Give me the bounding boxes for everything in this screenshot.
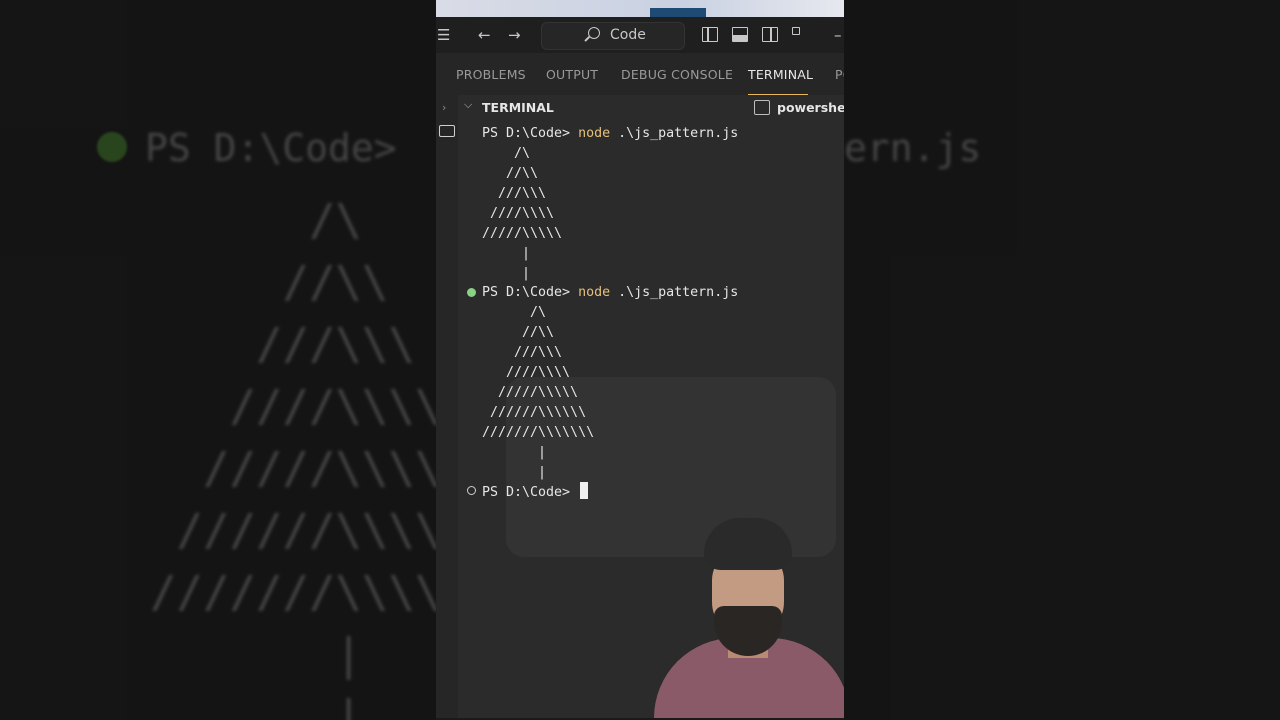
output-line: | (482, 465, 547, 480)
command-argument: .\js_pattern.js (618, 126, 739, 141)
chevron-down-icon[interactable]: ⌵ (464, 98, 472, 112)
terminal-command-line: PS D:\Code> node .\js_pattern.js (482, 284, 738, 302)
customize-layout-icon[interactable] (792, 27, 800, 35)
tab-problems[interactable]: PROBLEMS (456, 67, 526, 82)
command-keyword: node (578, 126, 611, 141)
output-line: //\\ (482, 166, 539, 181)
terminal-input-line[interactable]: PS D:\Code> (482, 482, 589, 502)
toggle-panel-icon[interactable] (732, 27, 748, 42)
search-label: Code (610, 27, 646, 43)
output-line: ////\\\\ (482, 206, 555, 221)
output-line: ////\\\\ (482, 365, 571, 380)
output-line: | (482, 445, 547, 460)
background-right: ern.js (844, 0, 1280, 720)
output-line: ///////\\\\\\\ (482, 425, 595, 440)
output-line: /////\\\\\ (482, 226, 563, 241)
command-pending-dot[interactable] (467, 486, 476, 495)
terminal-shell-label[interactable]: powershell (777, 100, 844, 115)
panel-title: TERMINAL (482, 100, 554, 115)
terminal-panel-header: ⌵ TERMINAL powershell (458, 95, 844, 119)
menu-icon[interactable]: ☰ (437, 17, 450, 53)
toggle-primary-sidebar-icon[interactable] (702, 27, 718, 42)
terminal-command-line: PS D:\Code> node .\js_pattern.js (482, 125, 738, 143)
background-left: PS D:\Code> /\ //\\ ///\\\ ////\\\\ ////… (0, 0, 436, 720)
powershell-icon[interactable] (754, 100, 770, 115)
output-line: /\ (482, 305, 547, 320)
tab-terminal[interactable]: TERMINAL (748, 67, 813, 82)
output-line: ///\\\ (482, 345, 563, 360)
title-bar: ☰ ← → Code – (436, 17, 844, 53)
forward-arrow-icon[interactable]: → (508, 17, 521, 53)
tab-ports[interactable]: PO (835, 67, 844, 82)
output-line: /////\\\\\ (482, 385, 579, 400)
output-line: | (482, 246, 531, 261)
taskbar-block (650, 8, 706, 17)
back-arrow-icon[interactable]: ← (478, 17, 491, 53)
side-strip: › (436, 95, 458, 718)
tab-debug-console[interactable]: DEBUG CONSOLE (621, 67, 733, 82)
command-success-dot[interactable] (467, 288, 476, 297)
prompt-text: PS D:\Code> (482, 285, 571, 300)
presenter-webcam (648, 518, 844, 718)
chat-icon[interactable] (439, 125, 455, 137)
text-cursor (580, 482, 589, 499)
command-argument: .\js_pattern.js (618, 285, 739, 300)
background-dim-right (844, 0, 1280, 720)
prompt-text: PS D:\Code> (482, 485, 571, 500)
output-line: //////\\\\\\ (482, 405, 587, 420)
toggle-secondary-sidebar-icon[interactable] (762, 27, 778, 42)
presenter-hair (704, 518, 792, 570)
output-line: //\\ (482, 325, 555, 340)
output-line: | (482, 266, 531, 281)
command-center-search[interactable]: Code (541, 22, 685, 50)
tab-output[interactable]: OUTPUT (546, 67, 598, 82)
output-line: /\ (482, 146, 531, 161)
background-dim-left (0, 0, 436, 720)
chevron-right-icon[interactable]: › (442, 101, 446, 114)
panel-tabs: PROBLEMS OUTPUT DEBUG CONSOLE TERMINAL P… (436, 53, 844, 95)
prompt-text: PS D:\Code> (482, 126, 571, 141)
search-icon (588, 27, 600, 39)
output-line: ///\\\ (482, 186, 547, 201)
vscode-window: ☰ ← → Code – PROBLEMS OUTPUT DEBUG CONSO… (436, 0, 844, 718)
taskbar-strip (436, 0, 844, 17)
minimize-icon[interactable]: – (834, 17, 842, 53)
command-keyword: node (578, 285, 611, 300)
